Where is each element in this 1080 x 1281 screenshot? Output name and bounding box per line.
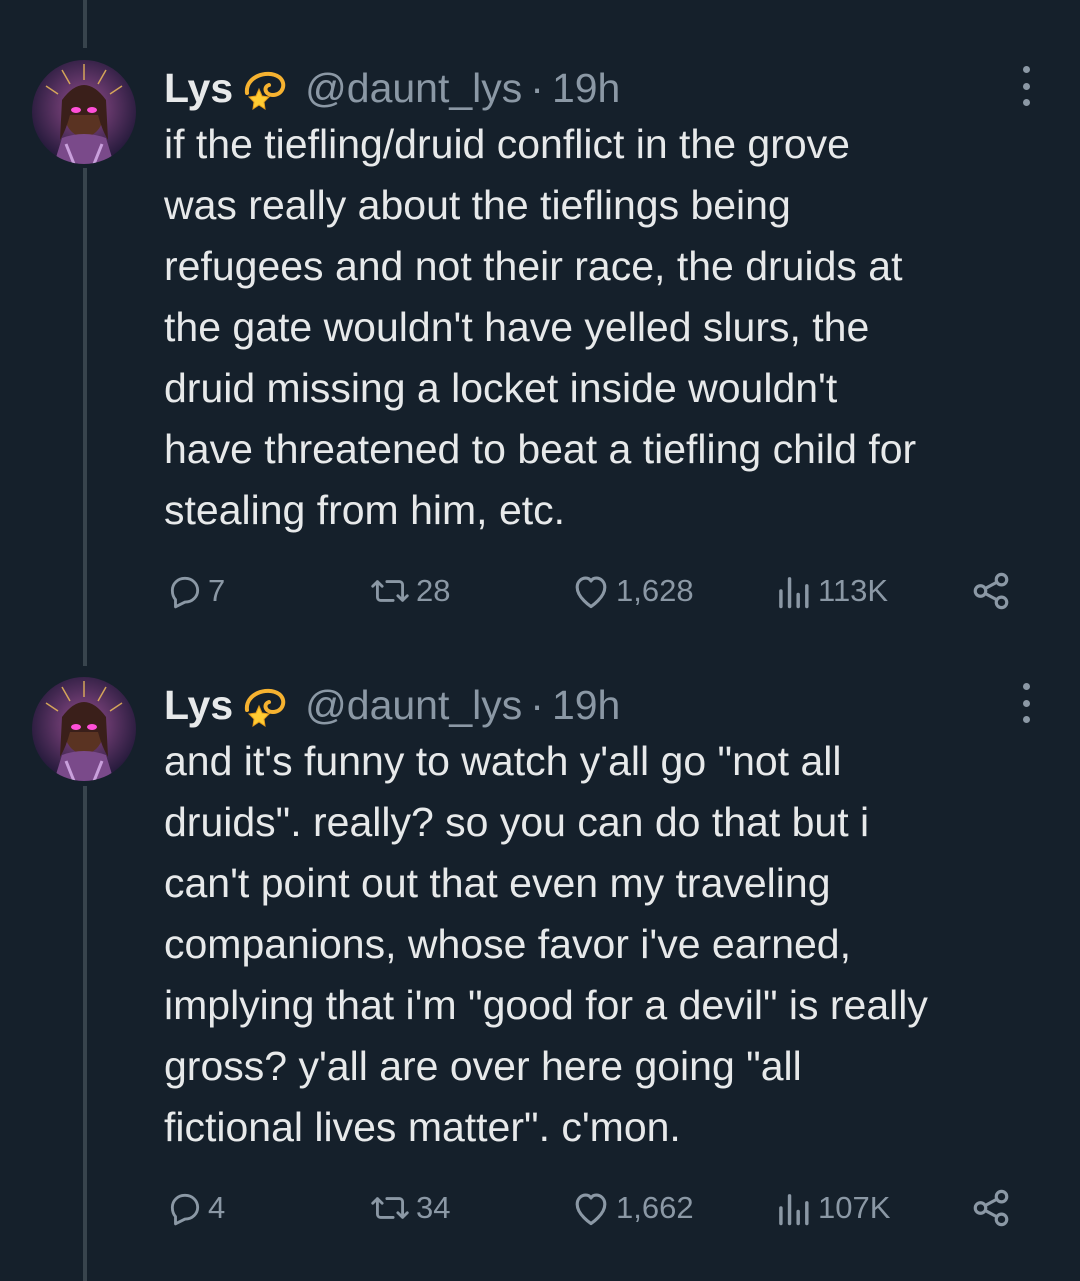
author-name[interactable]: Lys	[164, 65, 233, 112]
tweet[interactable]: Lys @daunt_lys · 19h and it's funny to w…	[0, 677, 1080, 1237]
avatar[interactable]	[32, 677, 136, 781]
tweet-timestamp[interactable]: 19h	[552, 65, 620, 112]
author-handle[interactable]: @daunt_lys	[305, 682, 522, 729]
heart-icon	[575, 1193, 607, 1226]
tweet-text-line: can't point out that even my traveling	[164, 860, 831, 906]
retweet-button[interactable]: 28	[368, 566, 450, 616]
tweet[interactable]: Lys @daunt_lys · 19h if the tiefling/dru…	[0, 60, 1080, 620]
tweet-text: if the tiefling/druid conflict in the gr…	[164, 114, 1054, 541]
reply-icon	[170, 576, 200, 609]
views-button[interactable]: 107K	[772, 1183, 890, 1233]
tweet-text-line: was really about the tieflings being	[164, 182, 791, 228]
view-count: 107K	[818, 1190, 891, 1225]
tweet-text-line: gross? y'all are over here going "all	[164, 1043, 802, 1089]
views-chart-icon	[779, 577, 809, 609]
thread-connector-line	[83, 0, 87, 48]
tweet-text: and it's funny to watch y'all go "not al…	[164, 731, 1054, 1158]
tweet-thread: Lys @daunt_lys · 19h if the tiefling/dru…	[0, 0, 1080, 1281]
tweet-text-line: stealing from him, etc.	[164, 487, 566, 533]
like-count: 1,662	[616, 1190, 694, 1225]
retweet-icon	[371, 580, 409, 602]
like-count: 1,628	[616, 573, 694, 608]
tweet-header: Lys @daunt_lys · 19h	[164, 677, 620, 733]
tweet-text-line: implying that i'm "good for a devil" is …	[164, 982, 928, 1028]
author-name[interactable]: Lys	[164, 682, 233, 729]
tweet-text-line: the gate wouldn't have yelled slurs, the	[164, 304, 870, 350]
tweet-timestamp[interactable]: 19h	[552, 682, 620, 729]
separator-dot: ·	[530, 64, 544, 111]
tweet-text-line: if the tiefling/druid conflict in the gr…	[164, 121, 850, 167]
tweet-text-line: companions, whose favor i've earned,	[164, 921, 851, 967]
more-options-icon[interactable]	[1012, 683, 1040, 723]
more-options-icon[interactable]	[1012, 66, 1040, 106]
share-icon[interactable]	[970, 1187, 1012, 1229]
retweet-count: 34	[416, 1190, 451, 1225]
tweet-text-line: refugees and not their race, the druids …	[164, 243, 903, 289]
tweet-text-line: have threatened to beat a tiefling child…	[164, 426, 917, 472]
tweet-actions: 4 34 1,662 107K	[164, 1183, 1024, 1233]
view-count: 113K	[818, 573, 889, 608]
tweet-header: Lys @daunt_lys · 19h	[164, 60, 620, 116]
like-button[interactable]: 1,662	[570, 1183, 694, 1233]
reply-button[interactable]: 7	[166, 566, 225, 616]
views-chart-icon	[779, 1194, 809, 1226]
tweet-text-line: druid missing a locket inside wouldn't	[164, 365, 838, 411]
views-button[interactable]: 113K	[772, 566, 888, 616]
retweet-count: 28	[416, 573, 451, 608]
separator-dot: ·	[530, 681, 544, 728]
avatar[interactable]	[32, 60, 136, 164]
like-button[interactable]: 1,628	[570, 566, 694, 616]
dizzy-emoji-icon	[241, 63, 291, 113]
dizzy-emoji-icon	[241, 680, 291, 730]
reply-count: 7	[208, 573, 226, 608]
share-icon[interactable]	[970, 570, 1012, 612]
tweet-actions: 7 28 1,628 113K	[164, 566, 1024, 616]
heart-icon	[575, 576, 607, 609]
retweet-button[interactable]: 34	[368, 1183, 450, 1233]
reply-button[interactable]: 4	[166, 1183, 225, 1233]
tweet-text-line: fictional lives matter". c'mon.	[164, 1104, 681, 1150]
tweet-text-line: druids". really? so you can do that but …	[164, 799, 870, 845]
reply-icon	[170, 1193, 200, 1226]
retweet-icon	[371, 1197, 409, 1219]
reply-count: 4	[208, 1190, 226, 1225]
tweet-text-line: and it's funny to watch y'all go "not al…	[164, 738, 842, 784]
author-handle[interactable]: @daunt_lys	[305, 65, 522, 112]
